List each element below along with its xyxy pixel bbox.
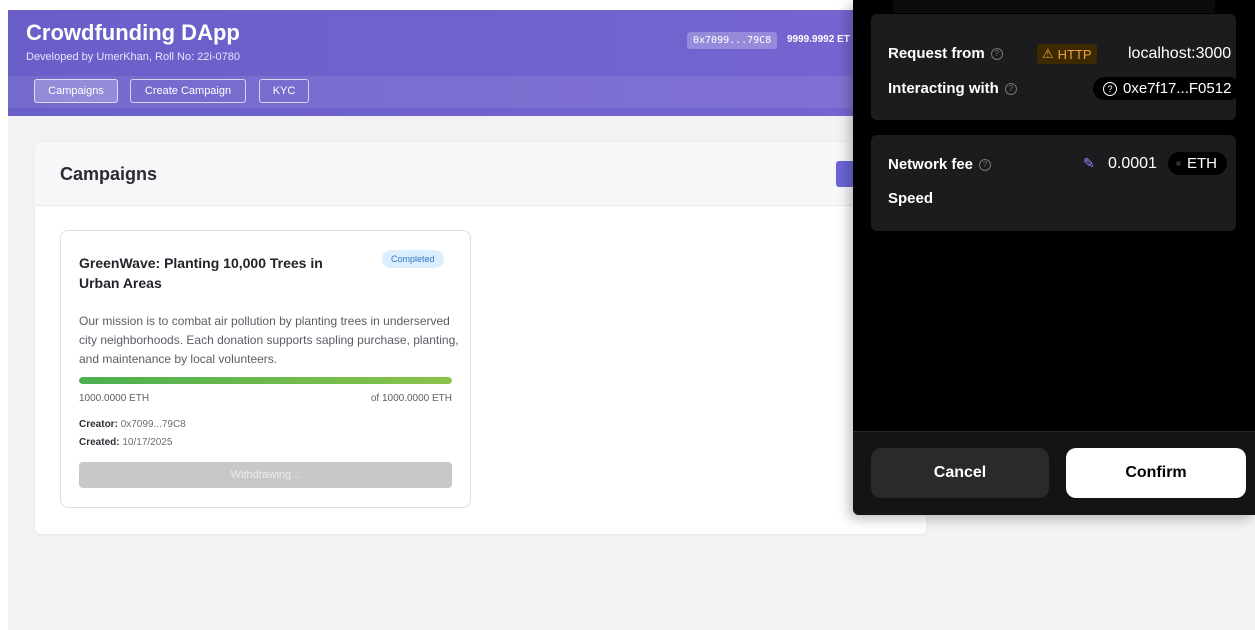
campaigns-panel: Campaigns GreenWave: Planting 10,000 Tre…: [35, 142, 926, 534]
request-from-row: Request from ?: [888, 45, 1003, 62]
withdraw-button[interactable]: Withdrawing...: [79, 462, 452, 488]
help-icon[interactable]: ?: [1004, 82, 1017, 95]
request-info-box: Request from ? ⚠ HTTP localhost:3000 Int…: [871, 14, 1242, 120]
interacting-with-row: Interacting with ?: [888, 80, 1017, 97]
http-label: HTTP: [1057, 46, 1092, 62]
dialog-top-strip: [893, 0, 1215, 13]
warning-icon: ⚠: [1042, 46, 1054, 61]
request-from-label: Request from: [888, 45, 985, 62]
network-fee-label: Network fee: [888, 156, 974, 173]
creator-label: Creator:: [79, 419, 118, 430]
panel-header: Campaigns: [35, 142, 926, 206]
contract-address: 0xe7f17...F0512: [1123, 80, 1232, 97]
wallet-confirm-dialog: Request from ? ⚠ HTTP localhost:3000 Int…: [853, 0, 1255, 515]
app-subtitle: Developed by UmerKhan, Roll No: 22i-0780: [26, 51, 241, 63]
created-value: 10/17/2025: [122, 437, 173, 448]
tab-create-campaign[interactable]: Create Campaign: [130, 79, 246, 103]
created-line: Created: 10/17/2025: [79, 437, 172, 448]
wallet-balance: 9999.9992 ET: [787, 34, 850, 45]
http-warning-badge: ⚠ HTTP: [1037, 44, 1097, 64]
raised-amount: 1000.0000 ETH: [79, 393, 150, 404]
tab-campaigns[interactable]: Campaigns: [34, 79, 118, 103]
pencil-icon[interactable]: ✎: [1083, 155, 1095, 172]
campaign-description: Our mission is to combat air pollution b…: [79, 314, 459, 366]
fee-info-box: Network fee ? ✎ 0.0001 ETH Speed: [871, 135, 1236, 231]
dialog-footer: Cancel Confirm: [853, 431, 1255, 515]
network-fee-row: Network fee ?: [888, 156, 992, 173]
progress-bar: [79, 377, 452, 384]
fee-amount: 0.0001: [1108, 155, 1157, 172]
creator-value: 0x7099...79C8: [120, 419, 186, 430]
confirm-button[interactable]: Confirm: [1066, 448, 1246, 498]
fee-currency: ETH: [1187, 155, 1217, 172]
campaign-card: GreenWave: Planting 10,000 Trees in Urba…: [60, 230, 471, 508]
created-label: Created:: [79, 437, 120, 448]
wallet-address[interactable]: 0x7099...79C8: [687, 32, 778, 49]
tab-kyc[interactable]: KYC: [259, 79, 309, 103]
speed-label: Speed: [888, 190, 934, 207]
speed-row: Speed: [888, 190, 933, 207]
creator-line: Creator: 0x7099...79C8: [79, 419, 186, 430]
panel-action-button[interactable]: [836, 161, 854, 187]
goal-amount: of 1000.0000 ETH: [370, 393, 452, 404]
page-title: Campaigns: [60, 164, 158, 184]
eth-icon: [1176, 161, 1181, 166]
request-origin: localhost:3000: [1128, 45, 1232, 62]
interacting-with-label: Interacting with: [888, 80, 999, 97]
status-badge: Completed: [382, 250, 444, 268]
app-title: Crowdfunding DApp: [26, 20, 240, 45]
cancel-button[interactable]: Cancel: [871, 448, 1049, 498]
campaign-title: GreenWave: Planting 10,000 Trees in Urba…: [79, 255, 323, 291]
help-icon[interactable]: ?: [979, 158, 992, 171]
contract-address-pill[interactable]: ? 0xe7f17...F0512: [1093, 77, 1242, 100]
currency-pill: ETH: [1168, 152, 1227, 175]
help-icon[interactable]: ?: [990, 47, 1003, 60]
progress-fill: [79, 377, 452, 384]
question-icon: ?: [1103, 81, 1117, 96]
